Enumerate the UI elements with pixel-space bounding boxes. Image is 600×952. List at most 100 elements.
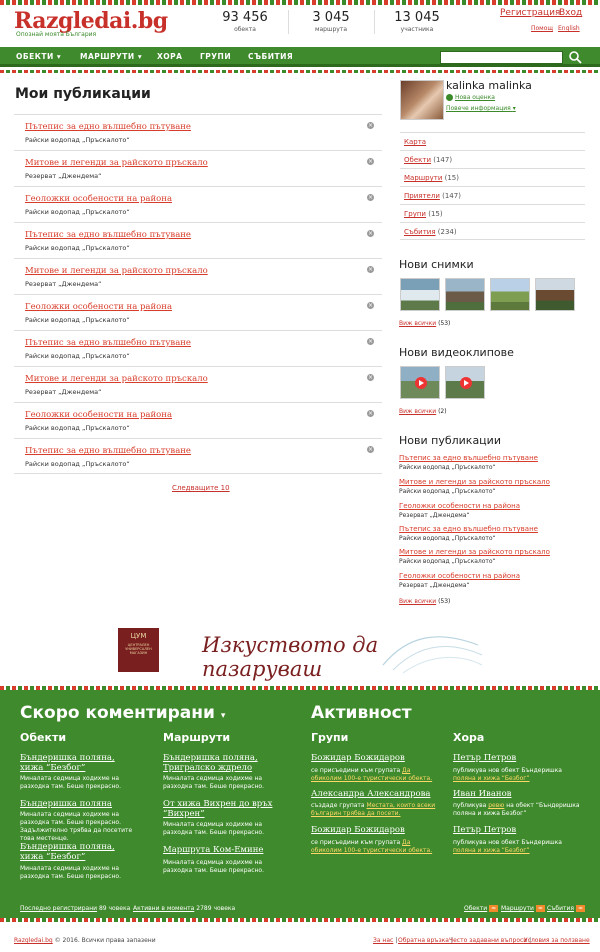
photo-thumbnail[interactable]: [400, 278, 440, 311]
recently-commented-title[interactable]: Скоро коментирани ▾: [20, 703, 225, 723]
count: (53): [438, 320, 451, 327]
footer-col-objects: Обекти: [20, 731, 67, 744]
comment-text: Миналата седмица ходихме на разходка там…: [20, 775, 121, 790]
publication-title[interactable]: Пътепис за едно вълшебно пътуване: [25, 122, 191, 132]
publication-title[interactable]: Пътепис за едно вълшебно пътуване: [399, 454, 538, 462]
review-link[interactable]: ревю: [488, 802, 504, 809]
sidebar-item-events[interactable]: Събития (234): [400, 222, 585, 240]
stat-number: 3 045: [312, 10, 350, 25]
count: (2): [438, 408, 447, 415]
object-link[interactable]: поляна и хижа “Безбог”: [453, 847, 530, 854]
activity-user-link[interactable]: Петър Петров: [453, 753, 516, 763]
publication-title[interactable]: Пътепис за едно вълшебно пътуване: [25, 338, 191, 348]
new-rating-link[interactable]: Нова оценка: [446, 94, 495, 101]
comment-route-link[interactable]: Маршрута Ком-Емине: [163, 845, 283, 855]
search-icon[interactable]: [568, 50, 582, 64]
sidebar-item-routes[interactable]: Маршрути (15): [400, 168, 585, 186]
nav-routes[interactable]: МАРШРУТИ ▾: [80, 52, 142, 61]
stat-label: обекта: [234, 26, 256, 33]
publication-title[interactable]: Пътепис за едно вълшебно пътуване: [399, 525, 538, 533]
next-page-link[interactable]: Следващите 10: [172, 484, 230, 492]
close-icon[interactable]: ×: [367, 338, 374, 345]
activity-user-link[interactable]: Петър Петров: [453, 825, 516, 835]
rss-routes[interactable]: Маршрути ≈: [501, 905, 545, 912]
comment-object-link[interactable]: Бъндеришка поляна, хижа “Безбог”: [20, 842, 140, 862]
publication-title[interactable]: Геоложки особености на района: [25, 194, 172, 204]
bottom-link-about[interactable]: За нас |: [373, 937, 397, 944]
active-now-link[interactable]: Активни в момента: [133, 905, 194, 912]
sidebar-item-map[interactable]: Карта: [400, 132, 585, 150]
close-icon[interactable]: ×: [367, 410, 374, 417]
stat-objects: 93 456 обекта: [202, 10, 288, 33]
search-input[interactable]: [440, 51, 563, 64]
ad-banner[interactable]: ЦУМ ЦЕНТРАЛЕН УНИВЕРСАЛЕН МАГАЗИН Изкуст…: [118, 625, 484, 681]
rss-events[interactable]: Събития ≈: [547, 905, 585, 912]
object-link[interactable]: поляна и хижа “Безбог”: [453, 775, 530, 782]
login-link[interactable]: Вход: [559, 8, 582, 18]
bottom-link-faq[interactable]: Често задавани въпроси |: [449, 937, 531, 944]
publication-title[interactable]: Митове и легенди за райското пръскало: [25, 266, 208, 276]
publication-title[interactable]: Геоложки особености на района: [25, 302, 172, 312]
bottom-link-feedback[interactable]: Обратна връзка |: [398, 937, 453, 944]
publication-location: Райски водопад „Пръскалото“: [399, 488, 496, 495]
register-link[interactable]: Регистрация: [500, 8, 560, 18]
close-icon[interactable]: ×: [367, 158, 374, 165]
last-registered-link[interactable]: Последно регистрирани: [20, 905, 97, 912]
photo-thumbnail[interactable]: [535, 278, 575, 311]
avatar[interactable]: [400, 80, 444, 120]
video-thumbnail[interactable]: [445, 366, 485, 399]
activity-text: се присъедини към групата Да обиколим 10…: [311, 839, 439, 855]
comment-object-link[interactable]: Бъндеришка поляна: [20, 799, 140, 809]
nav-objects[interactable]: ОБЕКТИ ▾: [16, 52, 61, 61]
activity-user-link[interactable]: Божидар Божидаров: [311, 753, 405, 763]
english-link[interactable]: English: [558, 25, 580, 32]
see-all-publications[interactable]: Виж всички (53): [399, 598, 450, 605]
comment-text: Миналата седмица ходихме на разходка там…: [163, 821, 264, 836]
close-icon[interactable]: ×: [367, 302, 374, 309]
sidebar-item-groups[interactable]: Групи (15): [400, 204, 585, 222]
see-all-photos[interactable]: Виж всички (53): [399, 320, 450, 327]
nav-groups[interactable]: ГРУПИ: [200, 52, 231, 61]
publication-title[interactable]: Митове и легенди за райското пръскало: [399, 478, 550, 486]
publication-title[interactable]: Геоложки особености на района: [399, 502, 520, 510]
activity-text: публикува нов обект Бъндеришка поляна и …: [453, 839, 583, 855]
sidebar-item-objects[interactable]: Обекти (147): [400, 150, 585, 168]
bottom-link-terms[interactable]: Условия за ползване: [524, 937, 590, 944]
close-icon[interactable]: ×: [367, 446, 374, 453]
sidebar-item-friends[interactable]: Приятели (147): [400, 186, 585, 204]
rss-objects[interactable]: Обекти ≈: [464, 905, 499, 912]
close-icon[interactable]: ×: [367, 266, 374, 273]
publication-title[interactable]: Геоложки особености на района: [399, 572, 520, 580]
see-all-videos[interactable]: Виж всички (2): [399, 408, 447, 415]
close-icon[interactable]: ×: [367, 374, 374, 381]
publication-title[interactable]: Митове и легенди за райското пръскало: [25, 374, 208, 384]
sidebar-item-count: (147): [442, 192, 461, 200]
comment-object-link[interactable]: Бъндеришка поляна, хижа “Безбог”: [20, 753, 140, 773]
close-icon[interactable]: ×: [367, 122, 374, 129]
activity-user-link[interactable]: Иван Иванов: [453, 789, 511, 799]
help-link[interactable]: Помощ: [531, 25, 553, 32]
sidebar-item-label: Обекти: [404, 156, 431, 164]
publication-title[interactable]: Митове и легенди за райското пръскало: [399, 548, 550, 556]
photo-thumbnail[interactable]: [445, 278, 485, 311]
publication-title[interactable]: Геоложки особености на района: [25, 410, 172, 420]
publication-title[interactable]: Митове и легенди за райското пръскало: [25, 158, 208, 168]
activity-user-link[interactable]: Александра Александрова: [311, 789, 430, 799]
nav-events[interactable]: СЪБИТИЯ: [248, 52, 293, 61]
activity-user-link[interactable]: Божидар Божидаров: [311, 825, 405, 835]
nav-people[interactable]: ХОРА: [157, 52, 182, 61]
photo-thumbnail[interactable]: [490, 278, 530, 311]
copyright-site-link[interactable]: Razgledai.bg: [14, 937, 53, 944]
user-name[interactable]: kalinka malinka: [446, 79, 532, 92]
stat-routes: 3 045 маршрута: [288, 10, 374, 33]
publication-title[interactable]: Пътепис за едно вълшебно пътуване: [25, 230, 191, 240]
comment-route-link[interactable]: От хижа Вихрен до връх “Вихрен”: [163, 799, 283, 819]
close-icon[interactable]: ×: [367, 194, 374, 201]
section-label: Скоро коментирани: [20, 703, 215, 723]
comment-text: Миналата седмица ходихме на разходка там…: [163, 859, 264, 874]
comment-route-link[interactable]: Бъндеришка поляна, Тригралско ждрело: [163, 753, 283, 773]
close-icon[interactable]: ×: [367, 230, 374, 237]
more-info-link[interactable]: Повече информация ▾: [446, 105, 516, 112]
publication-title[interactable]: Пътепис за едно вълшебно пътуване: [25, 446, 191, 456]
video-thumbnail[interactable]: [400, 366, 440, 399]
